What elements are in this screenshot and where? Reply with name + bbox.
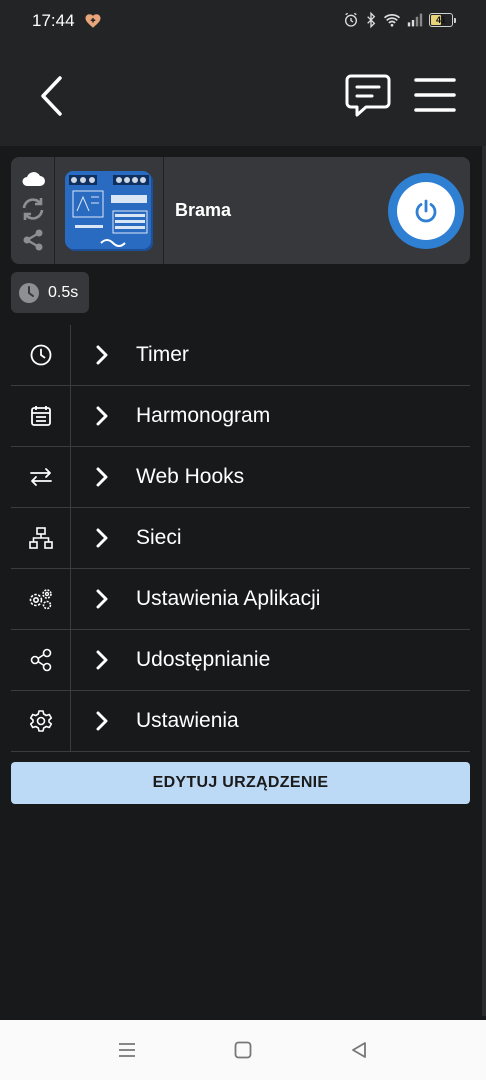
power-icon [415,199,437,223]
back-nav-icon[interactable] [349,1040,369,1060]
device-image [55,157,164,264]
menu-item-label: Ustawienia [136,709,239,732]
menu-item-sieci[interactable]: Sieci [11,508,470,569]
chevron-right-icon [96,711,108,731]
auto-off-timer-chip[interactable]: 0.5s [11,272,89,313]
chevron-right-icon [96,589,108,609]
edit-device-button[interactable]: EDYTUJ URZĄDZENIE [11,762,470,804]
recent-apps-icon[interactable] [117,1040,137,1060]
chevron-left-icon [41,76,62,116]
menu-item-harmonogram[interactable]: Harmonogram [11,386,470,447]
messages-button[interactable] [344,71,392,119]
power-button[interactable] [388,173,464,249]
bluetooth-icon [367,12,376,28]
arrows-exchange-icon [29,468,52,486]
chevron-right-icon [96,650,108,670]
app-header [0,44,486,146]
menu-item-label: Timer [136,343,189,366]
device-name: Brama [175,200,232,220]
menu-item-label: Udostępnianie [136,648,271,671]
system-nav-bar [0,1020,486,1080]
menu-item-sharing[interactable]: Udostępnianie [11,630,470,691]
share-icon [30,648,51,672]
battery-level: 41 [435,15,446,25]
gears-icon [29,589,52,610]
menu-item-timer[interactable]: Timer [11,325,470,386]
scrollbar[interactable] [482,146,486,1016]
chevron-right-icon [96,528,108,548]
sync-icon [22,198,44,220]
clock-icon [30,344,51,366]
wifi-icon [383,14,401,27]
menu-item-label: Harmonogram [136,404,271,427]
gear-icon [29,710,52,732]
chevron-right-icon [96,467,108,487]
heart-icon [85,14,101,28]
calendar-icon [30,406,51,426]
chevron-right-icon [96,406,108,426]
chat-icon [345,74,391,117]
menu-item-app-settings[interactable]: Ustawienia Aplikacji [11,569,470,630]
clock-icon [19,282,39,303]
home-icon[interactable] [233,1040,253,1060]
signal-icon [407,13,423,27]
menu-item-label: Sieci [136,526,182,549]
card-status-icons [11,157,55,264]
chevron-right-icon [96,345,108,365]
timer-value: 0.5s [48,283,79,301]
menu-item-label: Ustawienia Aplikacji [136,587,321,610]
cloud-icon [22,172,45,186]
share-icon [23,229,43,251]
back-button[interactable] [34,74,74,118]
menu-item-label: Web Hooks [136,465,245,488]
menu-item-settings[interactable]: Ustawienia [11,691,470,752]
device-card[interactable]: Brama [11,157,470,264]
status-icons: 41 [343,12,456,28]
menu-item-web-hooks[interactable]: Web Hooks [11,447,470,508]
alarm-icon [345,12,357,27]
settings-menu: Timer Harmonogram Web Hooks Sieci Ustawi… [11,325,470,752]
status-time: 17:44 [32,11,75,30]
shelly-relay-icon [65,170,153,251]
battery-indicator: 41 [429,13,456,27]
hamburger-icon [414,78,456,112]
network-icon [28,527,53,549]
status-bar: 17:44 41 [0,0,486,44]
hamburger-menu-button[interactable] [414,76,456,114]
